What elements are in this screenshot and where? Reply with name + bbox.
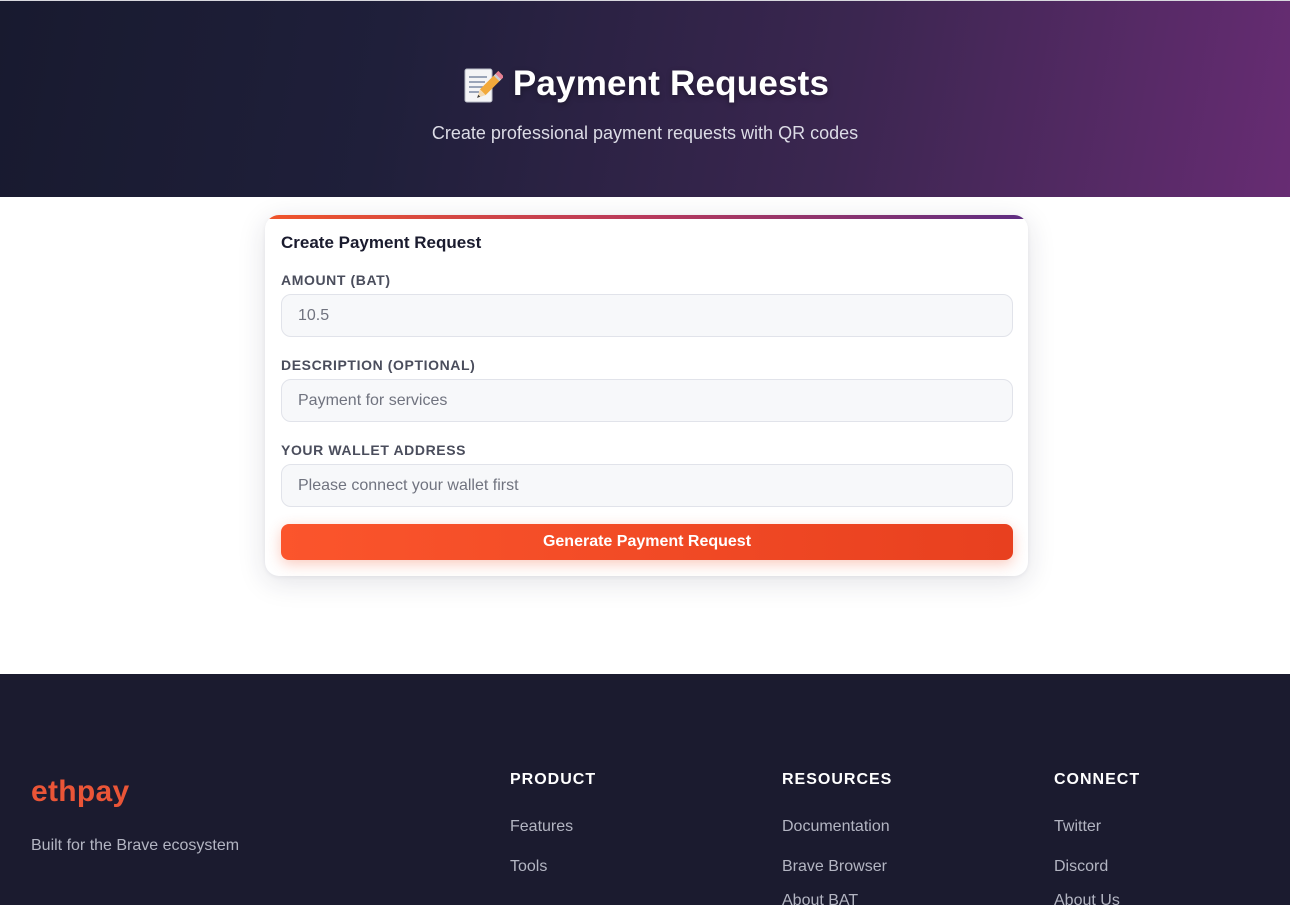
footer-heading-resources: RESOURCES — [782, 771, 893, 788]
card-title: Create Payment Request — [281, 233, 482, 252]
card-accent-bar — [265, 215, 1028, 219]
footer-heading-product: PRODUCT — [510, 771, 597, 788]
description-input[interactable] — [281, 379, 1013, 422]
site-footer: ethpay Built for the Brave ecosystem PRO… — [0, 674, 1290, 905]
hero-banner: Payment Requests Create professional pay… — [0, 0, 1290, 197]
amount-input[interactable] — [281, 294, 1013, 337]
footer-link-documentation[interactable]: Documentation — [782, 818, 890, 836]
footer-link-twitter[interactable]: Twitter — [1054, 818, 1101, 836]
footer-link-about-us[interactable]: About Us — [1054, 892, 1120, 905]
page-title-text: Payment Requests — [512, 64, 830, 103]
footer-logo[interactable]: ethpay — [31, 775, 130, 809]
footer-link-discord[interactable]: Discord — [1054, 858, 1108, 876]
amount-label: AMOUNT (BAT) — [281, 272, 391, 288]
footer-link-about-bat[interactable]: About BAT — [782, 892, 858, 905]
footer-tagline: Built for the Brave ecosystem — [31, 837, 240, 854]
footer-link-tools[interactable]: Tools — [510, 858, 547, 876]
payment-request-card: Create Payment Request AMOUNT (BAT) DESC… — [265, 215, 1028, 576]
description-label: DESCRIPTION (OPTIONAL) — [281, 357, 476, 373]
footer-link-brave-browser[interactable]: Brave Browser — [782, 858, 887, 876]
footer-column-product: PRODUCT Features Tools — [510, 771, 597, 875]
pencil-memo-icon — [461, 64, 504, 106]
footer-link-features[interactable]: Features — [510, 818, 573, 836]
footer-heading-connect: CONNECT — [1054, 771, 1141, 788]
footer-column-resources: RESOURCES Documentation Brave Browser Ab… — [782, 771, 893, 905]
page-title: Payment Requests — [0, 63, 1290, 105]
page-subtitle: Create professional payment requests wit… — [431, 123, 859, 143]
footer-column-connect: CONNECT Twitter Discord About Us — [1054, 771, 1141, 905]
generate-payment-request-button[interactable]: Generate Payment Request — [281, 524, 1013, 560]
wallet-address-input[interactable] — [281, 464, 1013, 507]
wallet-address-label: YOUR WALLET ADDRESS — [281, 442, 467, 458]
